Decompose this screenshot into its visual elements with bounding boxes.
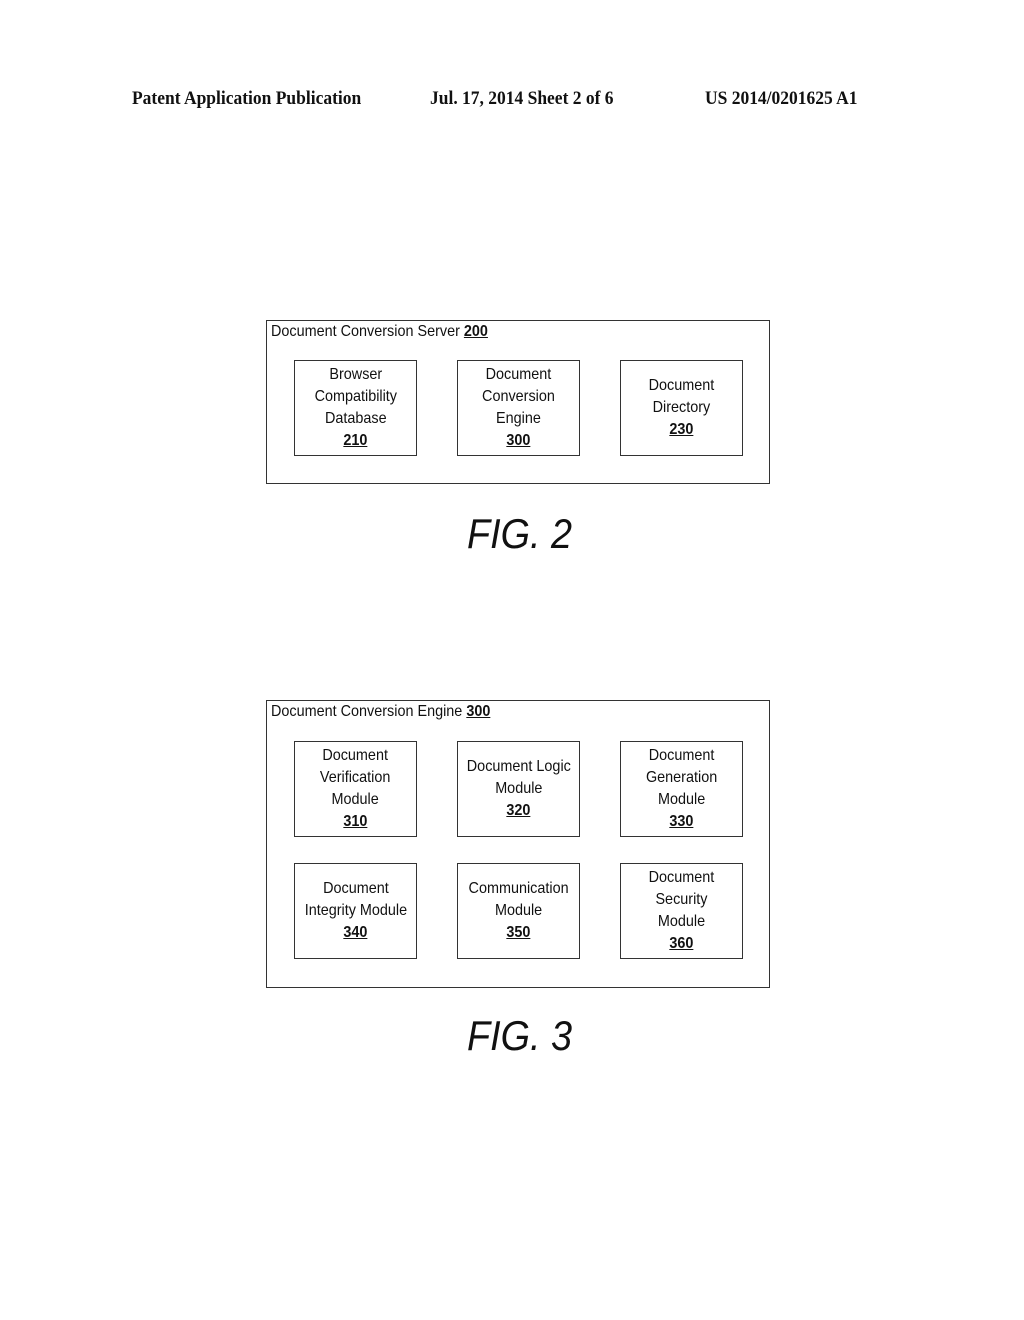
figure-2-caption: FIG. 2 xyxy=(467,510,573,557)
box-ref-number: 340 xyxy=(343,924,368,941)
box-ref-number: 310 xyxy=(343,813,368,830)
page-header: Patent Application Publication Jul. 17, … xyxy=(0,88,1024,114)
container-title: Document Conversion Engine 300 xyxy=(271,703,490,721)
document-conversion-server-container: Document Conversion Server 200 Browser C… xyxy=(266,320,770,484)
box-label: Document Integrity Module xyxy=(304,880,407,919)
document-generation-module-box: Document Generation Module 330 xyxy=(620,741,743,837)
box-ref-number: 330 xyxy=(669,813,694,830)
box-label: Browser Compatibility Database xyxy=(314,366,397,427)
box-ref-number: 320 xyxy=(506,802,531,819)
box-ref-number: 300 xyxy=(506,432,531,449)
box-ref-number: 360 xyxy=(669,935,694,952)
container-ref-number: 200 xyxy=(463,323,488,340)
publication-number: US 2014/0201625 A1 xyxy=(705,88,858,109)
container-title: Document Conversion Server 200 xyxy=(271,323,488,341)
container-title-text: Document Conversion Server xyxy=(271,323,460,340)
browser-compatibility-database-box: Browser Compatibility Database 210 xyxy=(294,360,417,456)
container-ref-number: 300 xyxy=(466,703,491,720)
box-ref-number: 350 xyxy=(506,924,531,941)
document-security-module-box: Document Security Module 360 xyxy=(620,863,743,959)
box-label: Document Security Module xyxy=(648,869,715,930)
document-conversion-engine-container: Document Conversion Engine 300 Document … xyxy=(266,700,770,988)
communication-module-box: Communication Module 350 xyxy=(457,863,580,959)
document-conversion-engine-box: Document Conversion Engine 300 xyxy=(457,360,580,456)
box-ref-number: 230 xyxy=(669,421,694,438)
document-integrity-module-box: Document Integrity Module 340 xyxy=(294,863,417,959)
box-label: Document Verification Module xyxy=(320,747,391,808)
document-directory-box: Document Directory 230 xyxy=(620,360,743,456)
box-label: Document Generation Module xyxy=(645,747,718,808)
box-label: Communication Module xyxy=(468,880,569,919)
document-verification-module-box: Document Verification Module 310 xyxy=(294,741,417,837)
date-sheet-info: Jul. 17, 2014 Sheet 2 of 6 xyxy=(430,88,614,109)
box-ref-number: 210 xyxy=(343,432,368,449)
figure-3-caption: FIG. 3 xyxy=(467,1012,573,1059)
box-label: Document Conversion Engine xyxy=(482,366,555,427)
box-label: Document Directory xyxy=(648,377,715,416)
document-logic-module-box: Document Logic Module 320 xyxy=(457,741,580,837)
publication-type: Patent Application Publication xyxy=(132,88,362,109)
container-title-text: Document Conversion Engine xyxy=(271,703,463,720)
box-label: Document Logic Module xyxy=(466,758,571,797)
